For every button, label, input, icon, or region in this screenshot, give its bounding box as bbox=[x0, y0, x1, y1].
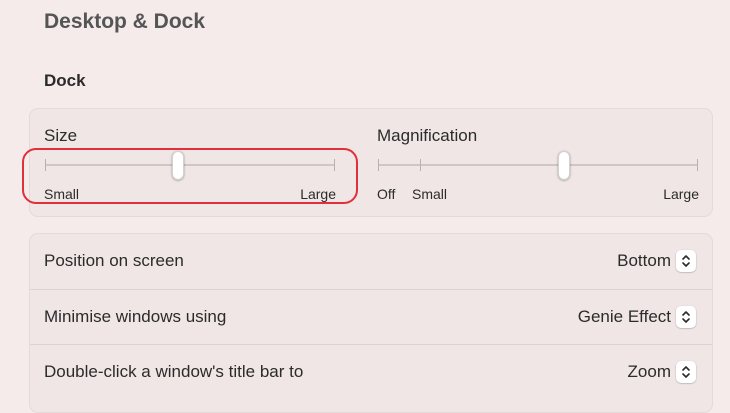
popup-value: Genie Effect bbox=[577, 307, 671, 326]
magnification-label: Magnification bbox=[377, 126, 478, 145]
size-label: Size bbox=[44, 126, 78, 145]
popup-value: Bottom bbox=[617, 251, 671, 270]
magnification-slider-tick-max bbox=[697, 159, 698, 171]
magnification-max-label: Large bbox=[663, 186, 699, 202]
option-label: Minimise windows using bbox=[44, 307, 227, 326]
magnification-slider-tick-min bbox=[420, 159, 421, 171]
chevron-up-down-icon bbox=[676, 361, 696, 383]
page-title: Desktop & Dock bbox=[44, 10, 206, 33]
minimise-popup-button[interactable]: Genie Effect bbox=[578, 304, 696, 330]
option-row-position: Position on screen Bottom bbox=[30, 234, 712, 289]
magnification-min-label: Small bbox=[412, 186, 448, 202]
options-card: Position on screen Bottom Minimise windo… bbox=[29, 233, 713, 413]
size-slider-track[interactable] bbox=[45, 164, 335, 166]
magnification-slider-track[interactable] bbox=[378, 164, 698, 166]
magnification-slider-tick-off bbox=[378, 159, 379, 171]
size-slider-knob[interactable] bbox=[172, 151, 185, 180]
size-slider-tick-max bbox=[334, 159, 335, 171]
size-slider-tick-min bbox=[45, 159, 46, 171]
size-min-label: Small bbox=[44, 186, 80, 202]
option-row-double-click: Double-click a window's title bar to Zoo… bbox=[30, 344, 712, 400]
dock-settings-card: Size Small Large Magnification Off Small… bbox=[29, 108, 713, 217]
option-row-minimise: Minimise windows using Genie Effect bbox=[30, 289, 712, 345]
option-label: Position on screen bbox=[44, 251, 184, 270]
magnification-off-label: Off bbox=[377, 186, 396, 202]
position-popup-button[interactable]: Bottom bbox=[617, 248, 696, 274]
chevron-up-down-icon bbox=[676, 306, 696, 328]
section-title-dock: Dock bbox=[44, 71, 86, 90]
option-label: Double-click a window's title bar to bbox=[44, 362, 304, 381]
magnification-slider-knob[interactable] bbox=[557, 151, 570, 180]
popup-value: Zoom bbox=[627, 362, 671, 381]
double-click-popup-button[interactable]: Zoom bbox=[628, 359, 696, 385]
size-max-label: Large bbox=[300, 186, 336, 202]
chevron-up-down-icon bbox=[676, 250, 696, 272]
